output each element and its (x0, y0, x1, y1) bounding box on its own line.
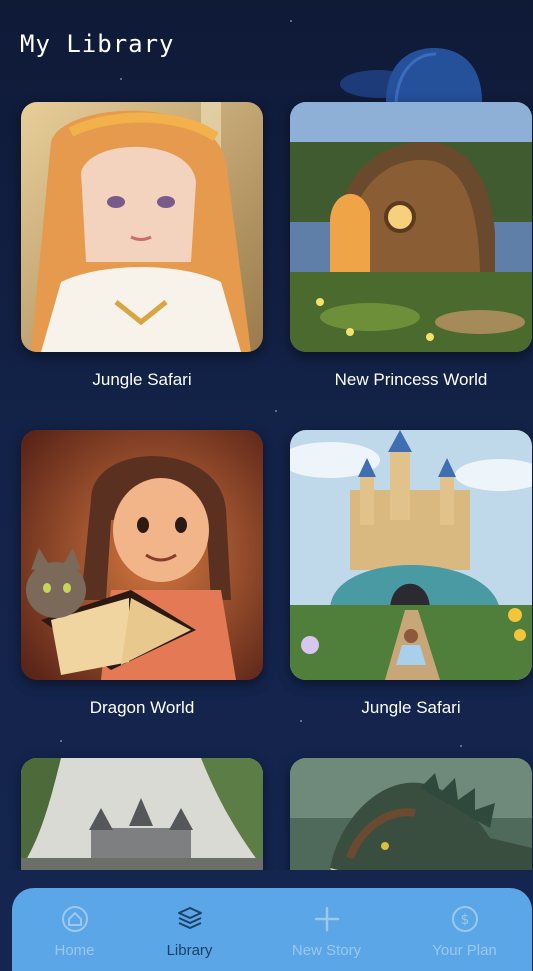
home-icon (61, 906, 88, 932)
nav-label-new-story: New Story (291, 942, 362, 959)
nav-label-home: Home (54, 942, 95, 959)
castle-forest-image (21, 758, 263, 870)
story-card-5[interactable] (21, 758, 263, 870)
story-title: Dragon World (89, 698, 195, 717)
hobbit-house-image (290, 102, 532, 352)
nav-label-library: Library (166, 942, 213, 959)
svg-text:$: $ (460, 912, 469, 928)
plus-icon (314, 906, 339, 932)
nav-item-your-plan[interactable]: $ Your Plan (402, 888, 527, 971)
story-card-2[interactable] (290, 102, 532, 352)
dragon-image (290, 758, 532, 870)
story-card-3[interactable] (21, 430, 263, 680)
library-stack-icon (177, 907, 202, 929)
nav-item-new-story[interactable]: New Story (264, 888, 389, 971)
girl-reading-image (21, 430, 263, 680)
nav-label-your-plan: Your Plan (432, 942, 497, 959)
library-screen: My Library Jungle Safari New Princess Wo… (0, 0, 533, 971)
fairytale-castle-image (290, 430, 532, 680)
story-title: New Princess World (334, 370, 488, 389)
library-grid: Jungle Safari New Princess World Dragon … (0, 0, 533, 870)
dollar-circle-icon: $ (451, 906, 478, 932)
bottom-nav-bar: Home Library New Story $ Your Plan (12, 888, 532, 971)
story-card-6[interactable] (290, 758, 532, 870)
story-title: Jungle Safari (92, 370, 192, 389)
nav-item-home[interactable]: Home (12, 888, 137, 971)
story-card-1[interactable] (21, 102, 263, 352)
story-title: Jungle Safari (361, 698, 461, 717)
nav-item-library[interactable]: Library (127, 888, 252, 971)
princess-portrait-image (21, 102, 263, 352)
story-card-4[interactable] (290, 430, 532, 680)
